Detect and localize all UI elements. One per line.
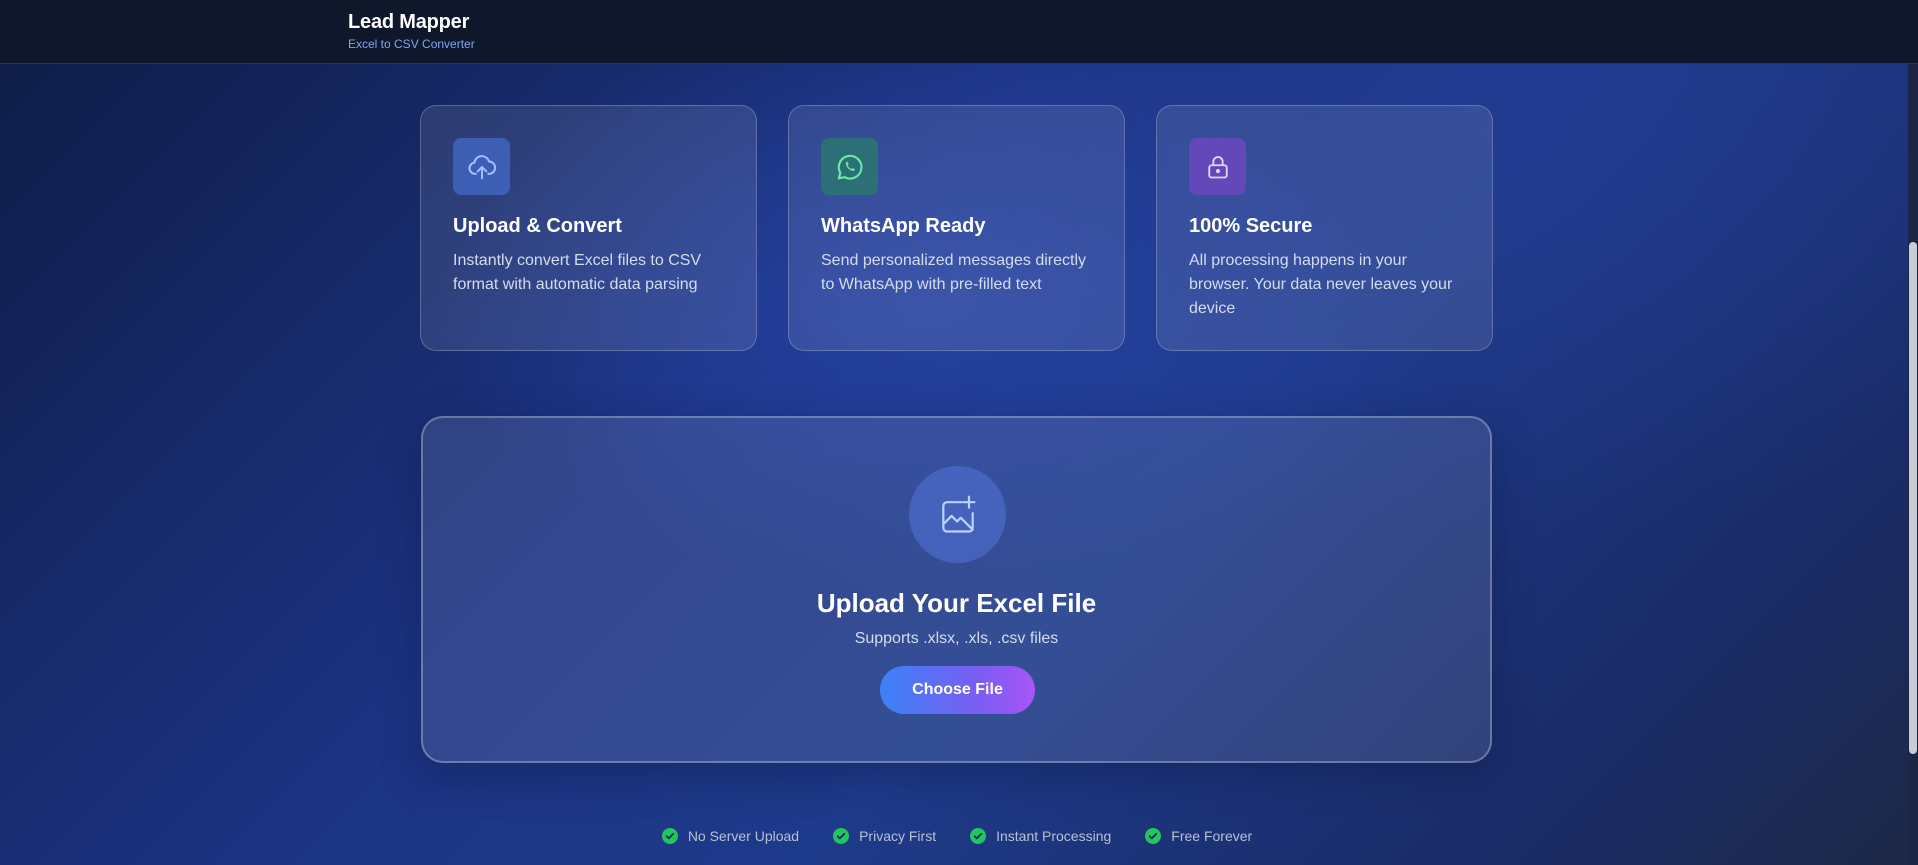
- scrollbar-thumb[interactable]: [1909, 242, 1917, 754]
- badge-free-forever: Free Forever: [1145, 828, 1252, 844]
- lock-icon: [1189, 138, 1246, 195]
- badge-label: No Server Upload: [687, 828, 800, 844]
- badge-instant-processing: Instant Processing: [970, 828, 1111, 844]
- app-title: Lead Mapper: [348, 11, 470, 33]
- badge-no-server-upload: No Server Upload: [661, 828, 800, 844]
- feature-title: WhatsApp Ready: [821, 215, 986, 237]
- feature-cards: Upload & Convert Instantly convert Excel…: [420, 105, 1493, 351]
- upload-dropzone[interactable]: Upload Your Excel File Supports .xlsx, .…: [421, 416, 1492, 763]
- feature-card-secure: 100% Secure All processing happens in yo…: [1156, 105, 1493, 351]
- trust-badges: No Server Upload Privacy First Instant P…: [0, 828, 1918, 844]
- brand[interactable]: Lead Mapper Excel to CSV Converter: [348, 11, 475, 51]
- feature-title: 100% Secure: [1189, 215, 1313, 237]
- top-bar: Lead Mapper Excel to CSV Converter: [0, 0, 1918, 64]
- check-circle-icon: [1145, 828, 1162, 844]
- app-subtitle: Excel to CSV Converter: [348, 37, 475, 51]
- check-circle-icon: [970, 828, 987, 844]
- whatsapp-icon: [821, 138, 878, 195]
- feature-description: Instantly convert Excel files to CSV for…: [453, 252, 702, 293]
- upload-subtitle: Supports .xlsx, .xls, .csv files: [854, 630, 1059, 647]
- feature-title: Upload & Convert: [453, 215, 622, 237]
- feature-description: All processing happens in your browser. …: [1189, 252, 1453, 317]
- feature-card-whatsapp: WhatsApp Ready Send personalized message…: [788, 105, 1125, 351]
- feature-card-upload: Upload & Convert Instantly convert Excel…: [420, 105, 757, 351]
- check-circle-icon: [661, 828, 678, 844]
- check-circle-icon: [833, 828, 850, 844]
- upload-title: Upload Your Excel File: [816, 588, 1097, 618]
- cloud-upload-icon: [453, 138, 510, 195]
- image-add-icon: [909, 466, 1006, 563]
- badge-label: Free Forever: [1171, 828, 1253, 844]
- badge-privacy-first: Privacy First: [833, 828, 936, 844]
- feature-description: Send personalized messages directly to W…: [821, 252, 1087, 293]
- scrollbar-track[interactable]: [1908, 64, 1918, 865]
- badge-label: Instant Processing: [996, 828, 1112, 844]
- choose-file-button[interactable]: Choose File: [880, 666, 1035, 714]
- badge-label: Privacy First: [859, 828, 937, 844]
